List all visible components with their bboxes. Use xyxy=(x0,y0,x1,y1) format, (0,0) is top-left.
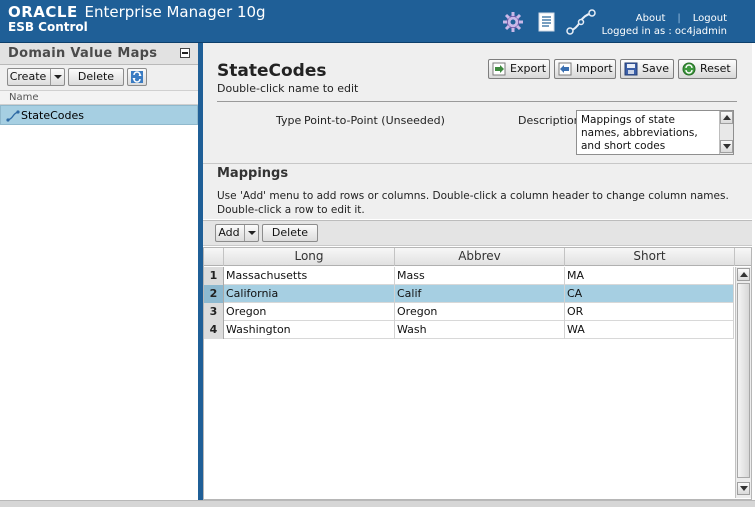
map-connector-icon xyxy=(6,110,20,122)
arrow-down-icon xyxy=(740,486,748,491)
column-header-abbrev[interactable]: Abbrev xyxy=(395,248,565,266)
tree-item-label: StateCodes xyxy=(21,109,85,122)
import-icon xyxy=(558,62,572,76)
description-scrollbar[interactable] xyxy=(719,111,733,154)
row-number: 4 xyxy=(204,321,224,339)
reset-button[interactable]: Reset xyxy=(678,59,737,79)
oracle-logo: ORACLE xyxy=(8,3,78,21)
column-header-long[interactable]: Long xyxy=(224,248,395,266)
row-number: 1 xyxy=(204,267,224,285)
logged-in-label: Logged in as : oc4jadmin xyxy=(601,26,727,37)
grid-toolbar: Add Delete xyxy=(203,220,752,246)
create-button-label: Create xyxy=(9,70,47,83)
save-label: Save xyxy=(642,62,670,75)
cell-short[interactable]: CA xyxy=(565,285,734,303)
import-label: Import xyxy=(576,62,613,75)
grid-scrollbar[interactable] xyxy=(735,267,751,498)
add-button[interactable]: Add xyxy=(215,224,259,242)
refresh-icon xyxy=(131,71,143,83)
export-label: Export xyxy=(510,62,547,75)
panel-title: Domain Value Maps xyxy=(8,46,158,61)
type-label: Type xyxy=(276,114,302,127)
cell-abbrev[interactable]: Wash xyxy=(395,321,565,339)
save-icon xyxy=(624,62,638,76)
scroll-up-button[interactable] xyxy=(720,111,733,124)
detail-panel: StateCodes Double-click name to edit Exp… xyxy=(203,43,752,500)
save-button[interactable]: Save xyxy=(620,59,674,79)
chevron-down-icon[interactable] xyxy=(244,225,258,241)
table-row[interactable]: 4 Washington Wash WA xyxy=(204,321,734,339)
gear-icon[interactable] xyxy=(502,11,524,33)
grid-header: Long Abbrev Short xyxy=(204,248,751,266)
export-icon xyxy=(492,62,506,76)
arrow-down-icon xyxy=(723,144,731,149)
row-number: 3 xyxy=(204,303,224,321)
row-number-header xyxy=(204,248,224,266)
arrow-up-icon xyxy=(723,115,731,120)
delete-map-button[interactable]: Delete xyxy=(68,68,124,86)
list-header-name: Name xyxy=(0,91,198,105)
window-bottom-edge xyxy=(0,500,755,507)
add-button-label: Add xyxy=(218,226,240,239)
delete-row-button[interactable]: Delete xyxy=(262,224,318,242)
connection-icon[interactable] xyxy=(566,9,596,35)
map-title[interactable]: StateCodes xyxy=(217,61,326,81)
product-subtitle: ESB Control xyxy=(8,20,88,34)
cell-abbrev[interactable]: Mass xyxy=(395,267,565,285)
arrow-up-icon xyxy=(740,272,748,277)
scroll-down-button[interactable] xyxy=(720,140,733,153)
cell-long[interactable]: Washington xyxy=(224,321,395,339)
cell-short[interactable]: OR xyxy=(565,303,734,321)
mappings-grid: Long Abbrev Short 1 Massachusetts Mass M… xyxy=(203,247,752,500)
header-links: About | Logout Logged in as : oc4jadmin xyxy=(601,12,727,37)
type-value: Point-to-Point (Unseeded) xyxy=(304,114,445,127)
reset-label: Reset xyxy=(700,62,731,75)
domain-value-maps-panel: Domain Value Maps Create Delete Name Sta… xyxy=(0,43,199,500)
top-header: ORACLE Enterprise Manager 10g ESB Contro… xyxy=(0,0,755,43)
header-divider xyxy=(217,101,737,102)
scroll-down-button[interactable] xyxy=(737,482,750,495)
left-toolbar: Create Delete xyxy=(0,65,198,91)
import-button[interactable]: Import xyxy=(554,59,616,79)
cell-short[interactable]: MA xyxy=(565,267,734,285)
mappings-help-text: Use 'Add' menu to add rows or columns. D… xyxy=(217,190,729,216)
scroll-up-button[interactable] xyxy=(737,268,750,281)
create-button[interactable]: Create xyxy=(7,68,65,86)
cell-abbrev[interactable]: Oregon xyxy=(395,303,565,321)
refresh-button[interactable] xyxy=(127,68,147,86)
table-row[interactable]: 2 California Calif CA xyxy=(204,285,734,303)
mappings-title: Mappings xyxy=(217,166,289,181)
logout-link[interactable]: Logout xyxy=(693,12,727,25)
cell-abbrev[interactable]: Calif xyxy=(395,285,565,303)
brand: ORACLE Enterprise Manager 10g ESB Contro… xyxy=(8,3,266,34)
product-name: Enterprise Manager 10g xyxy=(84,3,266,21)
column-header-short[interactable]: Short xyxy=(565,248,735,266)
mappings-section-header: Mappings Use 'Add' menu to add rows or c… xyxy=(203,163,752,219)
grid-body: 1 Massachusetts Mass MA 2 California Cal… xyxy=(204,267,734,498)
description-text: Mappings of state names, abbreviations, … xyxy=(581,114,698,152)
map-title-hint: Double-click name to edit xyxy=(217,82,359,95)
cell-short[interactable]: WA xyxy=(565,321,734,339)
export-button[interactable]: Export xyxy=(488,59,550,79)
collapse-icon[interactable] xyxy=(180,48,190,58)
description-field[interactable]: Mappings of state names, abbreviations, … xyxy=(576,110,734,155)
reset-icon xyxy=(682,62,696,76)
cell-long[interactable]: Oregon xyxy=(224,303,395,321)
detail-header: StateCodes Double-click name to edit Exp… xyxy=(203,43,752,163)
chevron-down-icon[interactable] xyxy=(50,69,64,85)
panel-title-bar: Domain Value Maps xyxy=(0,43,198,65)
about-link[interactable]: About xyxy=(636,12,666,25)
table-row[interactable]: 1 Massachusetts Mass MA xyxy=(204,267,734,285)
scroll-thumb[interactable] xyxy=(737,283,750,478)
row-number: 2 xyxy=(204,285,224,303)
description-label: Description xyxy=(518,114,581,127)
cell-long[interactable]: California xyxy=(224,285,395,303)
cell-long[interactable]: Massachusetts xyxy=(224,267,395,285)
table-row[interactable]: 3 Oregon Oregon OR xyxy=(204,303,734,321)
tree-item-statecodes[interactable]: StateCodes xyxy=(0,105,198,125)
document-icon[interactable] xyxy=(536,11,558,33)
